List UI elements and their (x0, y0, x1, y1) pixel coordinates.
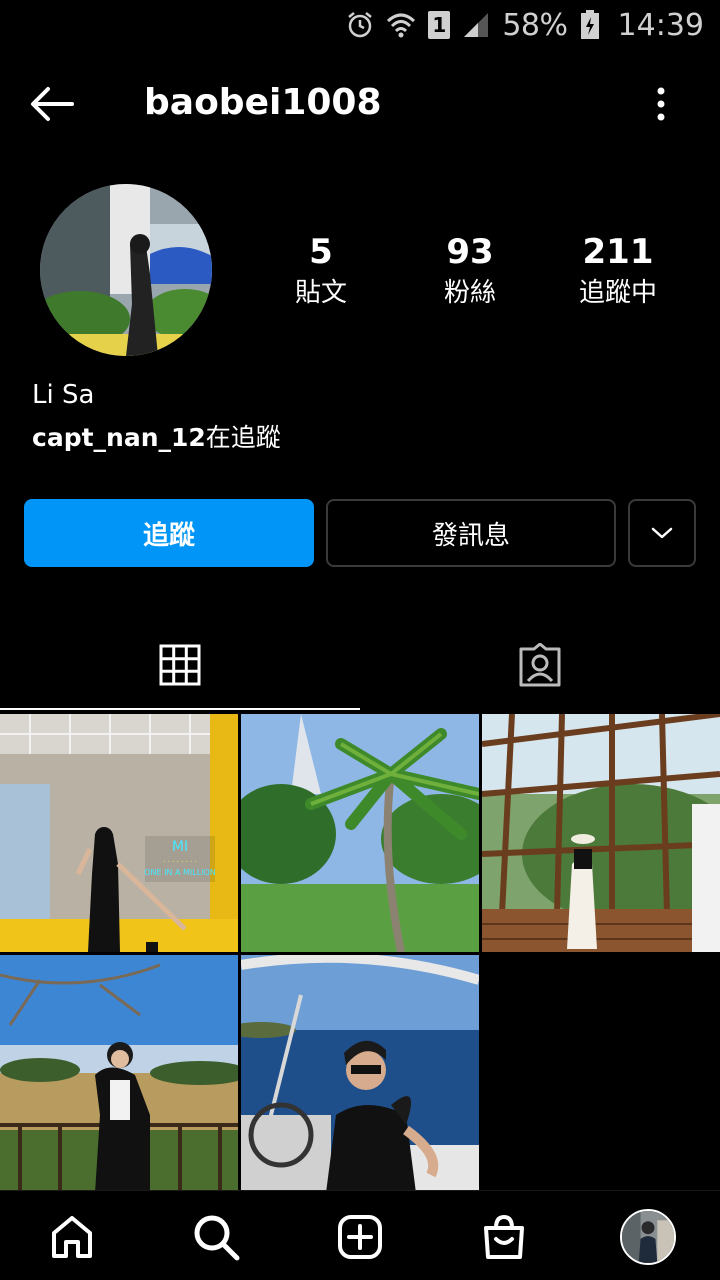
following-stat[interactable]: 211 追蹤中 (548, 232, 688, 310)
post-thumbnail[interactable] (241, 955, 479, 1193)
posts-stat[interactable]: 5 貼文 (251, 232, 391, 310)
tagged-icon (519, 643, 561, 687)
chevron-down-icon (651, 527, 673, 539)
status-bar: 1 58% 14:39 (0, 0, 720, 50)
post-thumbnail[interactable] (482, 714, 720, 952)
nav-home[interactable] (44, 1209, 100, 1265)
profile-username: baobei1008 (144, 82, 382, 123)
back-button[interactable] (26, 84, 86, 130)
followers-label: 粉絲 (443, 278, 496, 308)
post-thumbnail[interactable]: MI · · · · · · · · ONE IN A MILLION (0, 714, 238, 952)
posts-count: 5 (309, 232, 333, 272)
posts-label: 貼文 (294, 278, 347, 308)
follow-button[interactable]: 追蹤 (24, 499, 314, 567)
signal-icon (464, 13, 489, 37)
battery-percent: 58% (502, 7, 568, 43)
shop-icon (484, 1214, 524, 1259)
back-arrow-icon (31, 87, 74, 121)
tab-posts-grid[interactable] (0, 620, 360, 710)
wifi-icon (387, 13, 416, 38)
profile-header: baobei1008 (0, 70, 720, 142)
active-tab-indicator (0, 708, 360, 710)
home-icon (52, 1216, 92, 1258)
svg-text:MI: MI (172, 839, 188, 855)
follow-button-label: 追蹤 (142, 520, 195, 551)
followers-count: 93 (446, 232, 494, 272)
following-count: 211 (582, 232, 654, 272)
bottom-navigation (0, 1190, 720, 1280)
nav-shop[interactable] (476, 1209, 532, 1265)
message-button-label: 發訊息 (431, 520, 510, 551)
post-thumbnail[interactable] (0, 955, 238, 1193)
message-button[interactable]: 發訊息 (326, 499, 616, 567)
search-icon (194, 1215, 240, 1261)
followed-by-text[interactable]: capt_nan_12在追蹤 (32, 418, 281, 454)
neon-sign-text: ONE IN A MILLION (144, 868, 216, 877)
post-thumbnail[interactable] (241, 714, 479, 952)
more-options-button[interactable] (646, 84, 676, 128)
nav-create-post[interactable] (332, 1209, 388, 1265)
tab-tagged[interactable] (360, 620, 720, 710)
nav-profile[interactable] (620, 1209, 676, 1265)
sim-indicator: 1 (428, 11, 451, 39)
followed-by-suffix: 在追蹤 (205, 423, 281, 452)
grid-icon (159, 644, 201, 686)
followed-by-username: capt_nan_12 (32, 423, 206, 452)
suggested-accounts-button[interactable] (628, 499, 696, 567)
profile-avatar[interactable] (40, 184, 212, 356)
svg-text:· · · · · · · ·: · · · · · · · · (163, 858, 196, 866)
battery-icon (580, 10, 599, 39)
create-icon (338, 1215, 382, 1259)
display-name: Li Sa (32, 380, 95, 410)
profile-avatar-icon (622, 1211, 674, 1263)
alarm-icon (348, 12, 373, 38)
more-vertical-icon (657, 87, 665, 121)
clock: 14:39 (617, 7, 704, 43)
following-label: 追蹤中 (578, 278, 657, 308)
sim-slot-label: 1 (432, 13, 447, 37)
nav-search[interactable] (188, 1209, 244, 1265)
profile-tabs (0, 620, 720, 712)
followers-stat[interactable]: 93 粉絲 (400, 232, 540, 310)
